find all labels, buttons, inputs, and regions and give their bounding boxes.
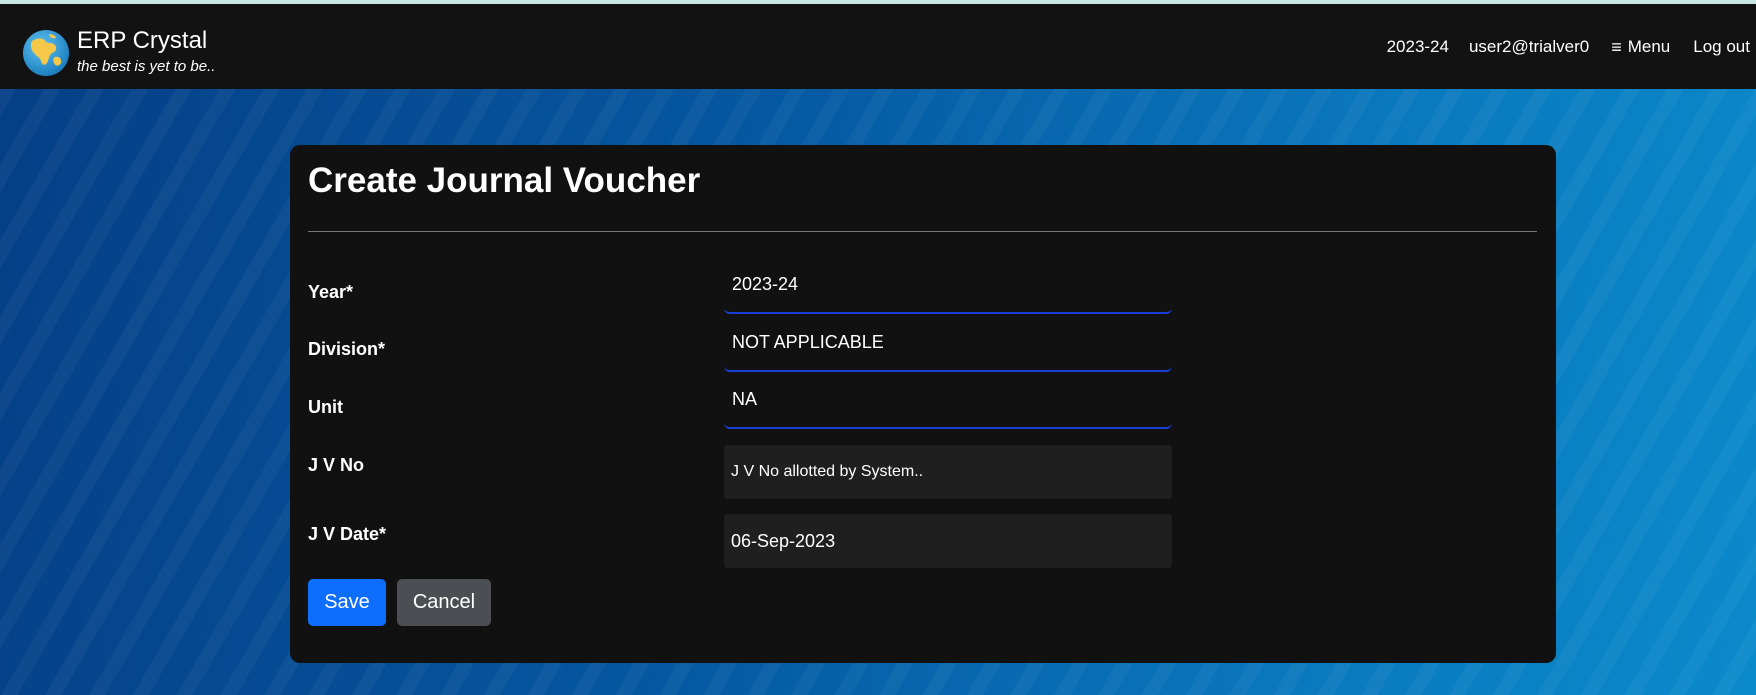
top-navbar: ERP Crystal the best is yet to be.. 2023… [0, 4, 1756, 89]
cancel-button[interactable]: Cancel [397, 579, 491, 626]
unit-field[interactable]: NA [724, 379, 1172, 429]
unit-label: Unit [308, 397, 343, 417]
navbar-right: 2023-24 user2@trialver0 ≡ Menu Log out [1387, 35, 1756, 59]
nav-user[interactable]: user2@trialver0 [1469, 37, 1589, 57]
jv-no-field[interactable]: J V No allotted by System.. [724, 445, 1172, 499]
jv-no-label: J V No [308, 455, 365, 475]
title-divider [308, 231, 1537, 232]
brand-name: ERP Crystal [77, 27, 208, 54]
year-field[interactable]: 2023-24 [724, 264, 1172, 314]
page-title: Create Journal Voucher [308, 161, 701, 200]
logout-link[interactable]: Log out [1693, 37, 1750, 57]
brand-tagline: the best is yet to be.. [77, 58, 216, 75]
nav-year[interactable]: 2023-24 [1387, 37, 1449, 57]
hamburger-icon: ≡ [1611, 36, 1622, 57]
jv-date-field[interactable]: 06-Sep-2023 [724, 514, 1172, 568]
division-label: Division* [308, 339, 386, 359]
journal-voucher-form-card: Create Journal Voucher Year* 2023-24 Div… [290, 145, 1556, 663]
menu-button[interactable]: ≡ Menu [1611, 37, 1670, 58]
globe-icon [23, 30, 69, 76]
menu-label: Menu [1627, 37, 1671, 56]
jv-date-label: J V Date* [308, 524, 387, 544]
year-label: Year* [308, 282, 354, 302]
division-field[interactable]: NOT APPLICABLE [724, 322, 1172, 372]
save-button[interactable]: Save [308, 579, 386, 626]
